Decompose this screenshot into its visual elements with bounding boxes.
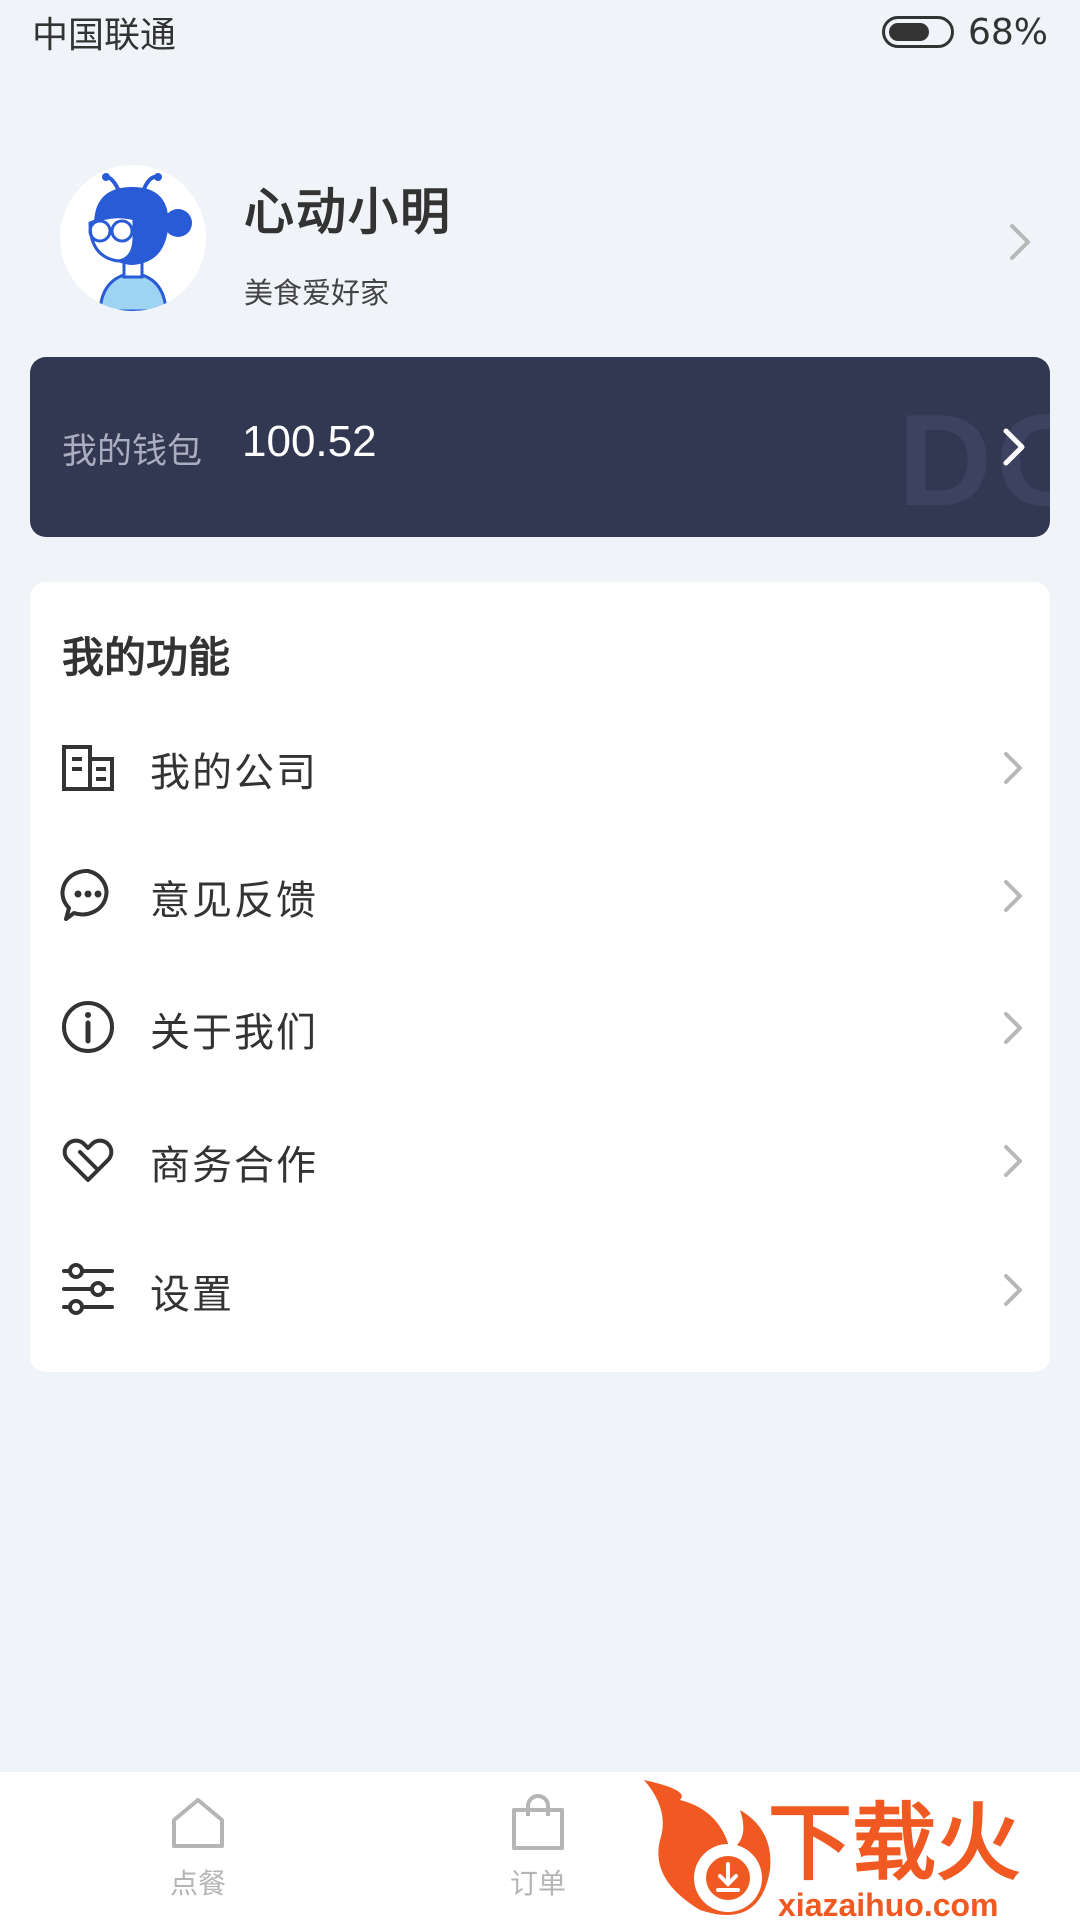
carrier-name: 中国联通: [32, 15, 177, 56]
chevron-right-icon: [1004, 1012, 1022, 1044]
feature-item-feedback[interactable]: 意见反馈: [30, 840, 1050, 950]
chevron-right-icon: [1004, 1274, 1022, 1306]
user-title: 美食爱好家: [244, 276, 390, 310]
feature-item-company[interactable]: 我的公司: [30, 712, 1050, 822]
shopping-bag-icon: [512, 1794, 564, 1850]
battery-icon: [881, 16, 954, 48]
feature-item-business[interactable]: 商务合作: [30, 1105, 1050, 1215]
user-name: 心动小明: [244, 183, 452, 241]
building-icon: [62, 745, 114, 791]
tab-orders[interactable]: 订单: [478, 1794, 598, 1902]
chevron-right-icon[interactable]: [1008, 222, 1032, 262]
feature-label: 设置: [150, 1272, 234, 1318]
profile-header[interactable]: 心动小明 美食爱好家: [0, 150, 1080, 330]
xiazaihuo-logo: 下载火 xiazaihuo.com: [644, 1780, 1020, 1920]
feature-label: 关于我们: [150, 1010, 318, 1056]
features-card: 我的功能 我的公司 意见反馈 关于我们 商务合作 设置: [30, 582, 1050, 1372]
chevron-right-icon: [1004, 752, 1022, 784]
feature-item-settings[interactable]: 设置: [30, 1234, 1050, 1344]
sliders-icon: [62, 1263, 114, 1315]
logo-url: xiazaihuo.com: [778, 1887, 999, 1920]
features-title: 我的功能: [62, 633, 231, 682]
tab-order-food[interactable]: 点餐: [138, 1794, 258, 1902]
wallet-label: 我的钱包: [62, 432, 203, 472]
avatar-illustration: [60, 165, 206, 311]
battery-percent: 68%: [967, 11, 1048, 53]
status-right: 68%: [881, 11, 1048, 53]
profile-text: 心动小明 美食爱好家: [244, 172, 452, 312]
logo-text: 下载火: [768, 1794, 1020, 1892]
feature-label: 意见反馈: [150, 878, 318, 924]
handshake-heart-icon: [62, 1138, 114, 1182]
tab-label: 点餐: [169, 1867, 226, 1900]
chevron-right-icon: [1004, 880, 1022, 912]
feature-item-about[interactable]: 关于我们: [30, 972, 1050, 1082]
avatar[interactable]: [60, 165, 206, 311]
info-icon: [62, 1001, 114, 1053]
tab-label: 订单: [509, 1867, 566, 1900]
wallet-card[interactable]: DO 我的钱包 100.52: [30, 357, 1050, 537]
wallet-balance: 100.52: [242, 417, 377, 466]
status-bar: 中国联通 68%: [0, 0, 1080, 64]
chevron-right-icon[interactable]: [1002, 427, 1026, 467]
chevron-right-icon: [1004, 1145, 1022, 1177]
feature-label: 商务合作: [150, 1143, 318, 1189]
home-icon: [172, 1798, 224, 1848]
wallet-watermark: DO: [898, 387, 1050, 533]
feature-label: 我的公司: [150, 750, 318, 796]
chat-bubble-icon: [60, 868, 109, 921]
